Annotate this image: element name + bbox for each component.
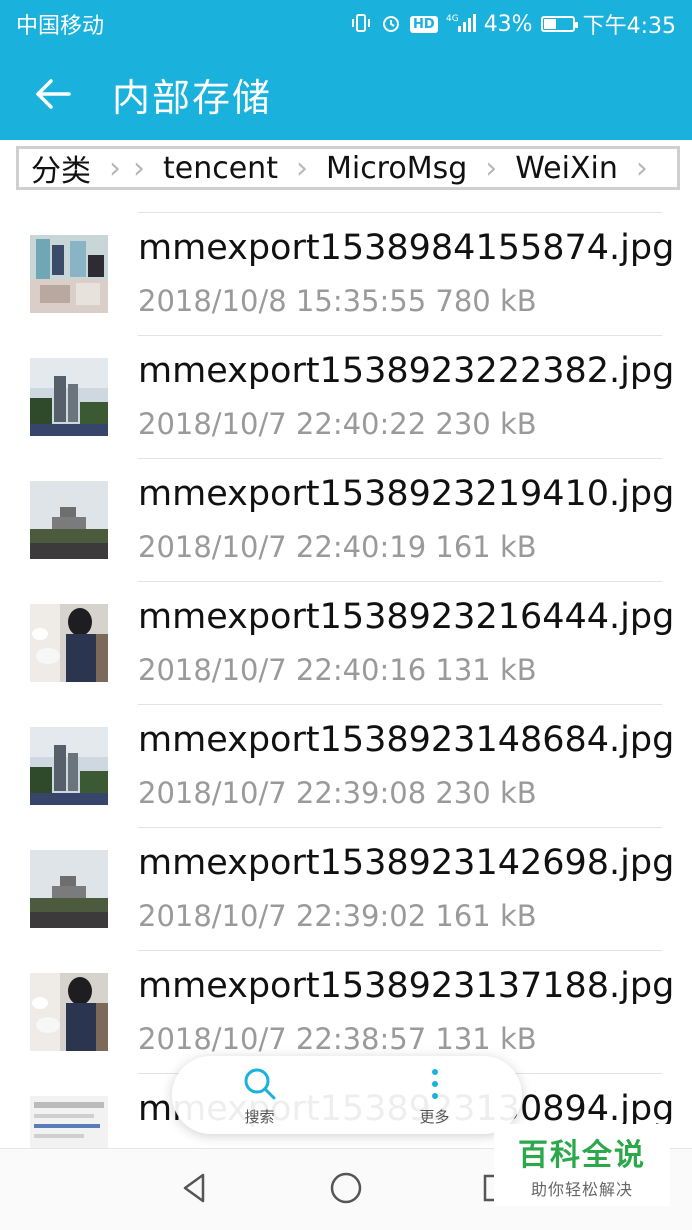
chevron-right-icon: › — [485, 150, 498, 186]
file-row[interactable]: mmexport1538923219410.jpg 2018/10/7 22:4… — [0, 458, 692, 581]
nav-back-button[interactable] — [177, 1170, 213, 1210]
file-row[interactable]: mmexport1538923142698.jpg 2018/10/7 22:3… — [0, 827, 692, 950]
image-thumbnail — [30, 358, 108, 436]
back-arrow-icon[interactable] — [8, 48, 98, 140]
file-row[interactable]: mmexport1538923216444.jpg 2018/10/7 22:4… — [0, 581, 692, 704]
image-thumbnail — [30, 973, 108, 1051]
file-name: mmexport1538923216444.jpg — [138, 597, 675, 637]
image-thumbnail — [30, 604, 108, 682]
search-label: 搜索 — [244, 1107, 275, 1126]
floating-action-bar: 搜索 更多 — [172, 1056, 522, 1134]
file-meta: 2018/10/7 22:39:02 161 kB — [138, 899, 537, 933]
chevron-right-icon: › — [109, 150, 121, 186]
vibrate-icon — [350, 12, 372, 37]
clock-time: 下午4:35 — [582, 14, 676, 39]
file-meta: 2018/10/7 22:38:57 131 kB — [138, 1022, 537, 1056]
search-button[interactable]: 搜索 — [215, 1064, 305, 1127]
file-list: mmexport1538984155874.jpg 2018/10/8 15:3… — [0, 212, 692, 1196]
file-meta: 2018/10/8 15:35:55 780 kB — [138, 284, 537, 318]
breadcrumb: 分类 › › tencent › MicroMsg › WeiXin › — [16, 146, 680, 190]
network-type-label: 4G — [446, 14, 459, 24]
more-vertical-icon — [431, 1068, 438, 1099]
battery-percent: 43% — [483, 11, 533, 37]
carrier-label: 中国移动 — [16, 14, 105, 39]
file-name: mmexport1538923219410.jpg — [138, 474, 675, 514]
signal-icon: 4G — [446, 12, 476, 37]
file-meta: 2018/10/7 22:40:16 131 kB — [138, 653, 537, 687]
app-bar: 内部存储 — [0, 48, 692, 140]
file-name: mmexport1538923148684.jpg — [138, 720, 675, 760]
file-name: mmexport1538923137188.jpg — [138, 966, 675, 1006]
more-label: 更多 — [419, 1107, 450, 1126]
file-meta: 2018/10/7 22:40:22 230 kB — [138, 407, 537, 441]
hd-badge: HD — [410, 15, 438, 33]
image-thumbnail — [30, 235, 108, 313]
breadcrumb-item-category[interactable]: 分类 — [19, 149, 103, 187]
breadcrumb-item-weixin[interactable]: WeiXin — [503, 151, 630, 186]
search-icon — [244, 1068, 275, 1099]
file-meta: 2018/10/7 22:39:08 230 kB — [138, 776, 537, 810]
watermark-main-text: 百科全说 — [518, 1138, 646, 1173]
image-thumbnail — [30, 481, 108, 559]
file-name: mmexport1538923222382.jpg — [138, 351, 675, 391]
chevron-right-icon: › — [635, 150, 648, 186]
alarm-icon — [380, 12, 402, 37]
watermark-sub-text: 助你轻松解决 — [530, 1180, 633, 1199]
breadcrumb-item-tencent[interactable]: tencent — [151, 151, 290, 186]
status-bar: 中国移动 HD 4G 43% 下午4:35 — [0, 0, 692, 48]
nav-home-button[interactable] — [328, 1170, 364, 1210]
chevron-right-icon: › — [295, 150, 308, 186]
image-thumbnail — [30, 727, 108, 805]
watermark-logo: 百科全说 助你轻松解决 — [494, 1124, 670, 1206]
file-meta: 2018/10/7 22:40:19 161 kB — [138, 530, 537, 564]
file-name: mmexport1538923142698.jpg — [138, 843, 675, 883]
page-title: 内部存储 — [112, 75, 273, 120]
battery-icon — [540, 16, 578, 32]
file-row[interactable]: mmexport1538923148684.jpg 2018/10/7 22:3… — [0, 704, 692, 827]
file-row[interactable]: mmexport1538923222382.jpg 2018/10/7 22:4… — [0, 335, 692, 458]
more-button[interactable]: 更多 — [390, 1064, 480, 1127]
triangle-back-icon — [184, 1173, 205, 1202]
circle-home-icon — [330, 1172, 362, 1203]
breadcrumb-item-micromsg[interactable]: MicroMsg — [314, 151, 479, 186]
battery-level-fill — [543, 19, 557, 29]
chevron-right-icon: › — [133, 150, 145, 186]
image-thumbnail — [30, 850, 108, 928]
file-row[interactable]: mmexport1538984155874.jpg 2018/10/8 15:3… — [0, 212, 692, 335]
file-row[interactable]: mmexport1538923137188.jpg 2018/10/7 22:3… — [0, 950, 692, 1073]
file-name: mmexport1538984155874.jpg — [138, 228, 675, 268]
